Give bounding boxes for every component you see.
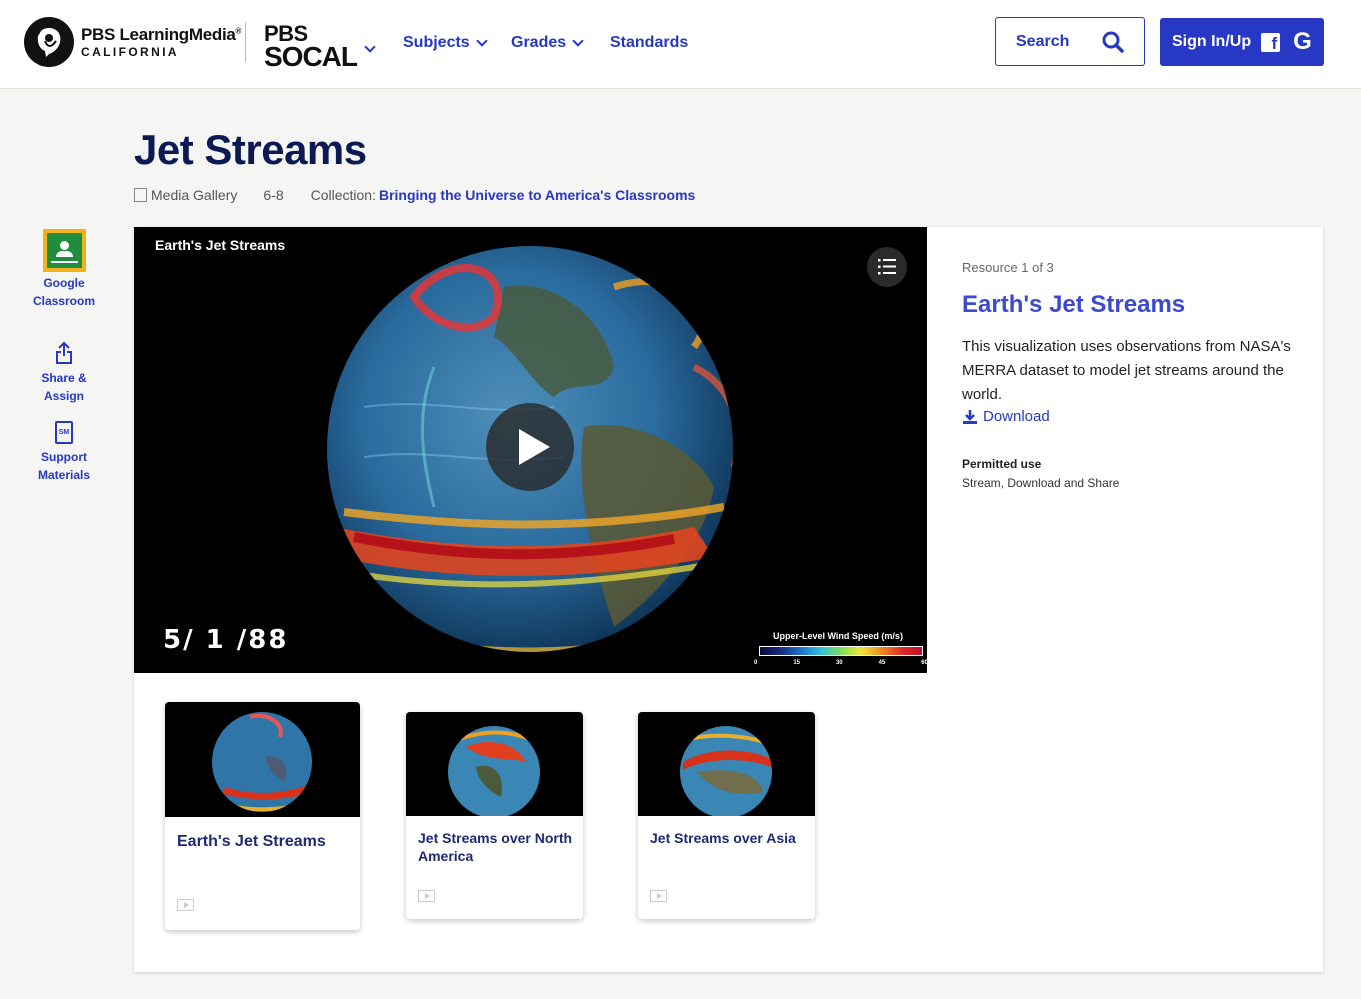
video-icon xyxy=(650,890,667,902)
video-icon xyxy=(177,899,194,911)
resource-title: Earth's Jet Streams xyxy=(962,291,1186,318)
nav-subjects-label: Subjects xyxy=(403,34,470,51)
share-assign-label: Share & Assign xyxy=(41,371,87,403)
collection-link[interactable]: Bringing the Universe to America's Class… xyxy=(379,187,695,203)
play-icon xyxy=(519,429,550,465)
share-assign-button[interactable]: Share & Assign xyxy=(20,341,108,405)
google-classroom-icon xyxy=(42,229,86,272)
video-title: Earth's Jet Streams xyxy=(155,237,286,253)
thumbnail-title: Earth's Jet Streams xyxy=(177,833,326,850)
playlist-button[interactable] xyxy=(867,247,907,287)
grade-range: 6-8 xyxy=(263,187,284,203)
chevron-down-icon xyxy=(572,35,584,47)
logo-subtitle: CALIFORNIA xyxy=(81,45,179,59)
thumbnail-image xyxy=(638,712,815,816)
thumbnail-image xyxy=(165,702,360,817)
thumbnail-image xyxy=(406,712,583,816)
nav-subjects[interactable]: Subjects xyxy=(403,34,488,52)
download-link[interactable]: Download xyxy=(962,408,1050,425)
resource-card: Earth's Jet Streams 5/ 1 /88 Upper-Level… xyxy=(134,227,1323,972)
support-materials-icon: SM xyxy=(55,421,73,444)
legend-tick: 15 xyxy=(793,660,800,666)
search-button[interactable]: Search xyxy=(995,17,1145,66)
pbs-socal-logo[interactable]: PBS SOCAL xyxy=(264,23,358,72)
logo-trademark: ® xyxy=(235,26,242,36)
wind-speed-legend-ticks: 0 15 30 45 60 xyxy=(754,660,927,666)
site-header: PBS LearningMedia® CALIFORNIA PBS SOCAL … xyxy=(0,0,1361,89)
share-icon xyxy=(56,341,72,364)
page-title: Jet Streams xyxy=(134,126,367,173)
gallery-item-asia[interactable]: Jet Streams over Asia xyxy=(638,712,815,919)
download-icon xyxy=(963,409,977,424)
nav-standards[interactable]: Standards xyxy=(610,34,688,52)
nav-grades-label: Grades xyxy=(511,34,567,51)
resource-meta: Media Gallery 6-8 Collection: Bringing t… xyxy=(134,187,695,203)
download-label: Download xyxy=(983,408,1050,425)
collection-label: Collection: xyxy=(310,187,376,203)
nav-grades[interactable]: Grades xyxy=(511,34,584,52)
sign-in-label: Sign In/Up xyxy=(1172,33,1252,50)
google-classroom-label: Google Classroom xyxy=(32,276,96,308)
nav-standards-label: Standards xyxy=(610,34,689,51)
resource-description: This visualization uses observations fro… xyxy=(962,338,1291,403)
media-gallery-icon xyxy=(134,188,147,202)
permitted-use-value: Stream, Download and Share xyxy=(962,476,1120,490)
google-classroom-button[interactable]: Google Classroom xyxy=(20,229,108,310)
gallery-item-north-america[interactable]: Jet Streams over North America xyxy=(406,712,583,919)
play-button[interactable] xyxy=(486,403,574,491)
wind-speed-legend-title: Upper-Level Wind Speed (m/s) xyxy=(773,631,903,641)
legend-tick: 60 xyxy=(921,660,927,666)
chevron-down-icon xyxy=(476,35,488,47)
wind-speed-legend-bar xyxy=(759,646,923,656)
permitted-use-label: Permitted use xyxy=(962,457,1042,471)
search-label: Search xyxy=(1016,32,1070,50)
pbs-logo-icon xyxy=(24,17,74,67)
legend-tick: 45 xyxy=(878,660,886,666)
playlist-icon xyxy=(878,259,896,275)
thumbnail-title: Jet Streams over Asia xyxy=(650,830,796,846)
resource-count: Resource 1 of 3 xyxy=(962,260,1054,275)
media-type: Media Gallery xyxy=(151,187,238,203)
logo-divider xyxy=(245,22,246,62)
gallery-item-earths-jet-streams[interactable]: Earth's Jet Streams xyxy=(165,702,360,930)
video-date-overlay: 5/ 1 /88 xyxy=(163,625,289,655)
video-player[interactable]: Earth's Jet Streams 5/ 1 /88 Upper-Level… xyxy=(134,227,927,673)
station-chevron-down-icon[interactable] xyxy=(364,38,376,54)
legend-tick: 0 xyxy=(754,660,758,666)
logo-title: PBS LearningMedia xyxy=(81,25,236,44)
google-icon[interactable]: G xyxy=(1293,28,1312,56)
legend-tick: 30 xyxy=(835,660,843,666)
thumbnail-title: Jet Streams over North America xyxy=(418,830,573,864)
pbs-learningmedia-logo[interactable]: PBS LearningMedia® CALIFORNIA xyxy=(24,17,241,67)
sign-in-button[interactable]: Sign In/Up f G xyxy=(1160,18,1324,66)
facebook-icon[interactable]: f xyxy=(1261,32,1281,52)
station-logo-line2: SOCAL xyxy=(264,40,358,72)
support-materials-button[interactable]: SM Support Materials xyxy=(20,421,108,484)
search-icon xyxy=(1102,31,1124,53)
video-icon xyxy=(418,890,435,902)
support-materials-label: Support Materials xyxy=(37,450,91,482)
